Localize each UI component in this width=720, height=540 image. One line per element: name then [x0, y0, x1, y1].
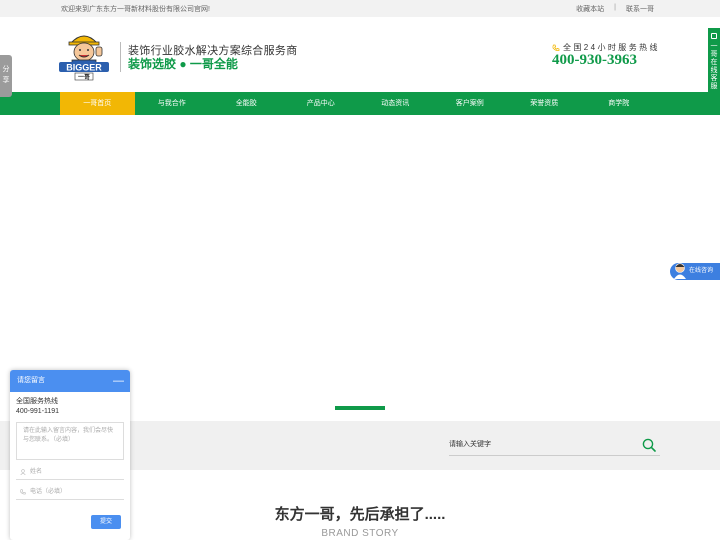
user-icon: [20, 468, 26, 475]
nav-item-honors[interactable]: 荣誉资质: [507, 92, 582, 115]
online-consult-label: 在线咨询: [689, 268, 714, 274]
header-divider: [120, 42, 121, 72]
message-hotline-label: 全国服务热线: [16, 398, 58, 405]
nav-item-academy[interactable]: 商学院: [582, 92, 657, 115]
slogan-line-2: 装饰选胶 ● 一哥全能: [128, 57, 238, 71]
nav-item-cooperate[interactable]: 与我合作: [135, 92, 210, 115]
nav-item-products[interactable]: 产品中心: [284, 92, 359, 115]
page: 欢迎来到广东东方一哥新材料股份有限公司官网! 收藏本站 | 联系一哥 BIGGE…: [0, 0, 720, 540]
minimize-button[interactable]: —: [113, 370, 124, 392]
message-hotline-number: 400-991-1191: [16, 408, 60, 415]
phone-field[interactable]: 电话（必填）: [16, 484, 124, 500]
name-placeholder: 姓名: [30, 468, 43, 475]
message-widget: 请您留言 — 全国服务热线 400-991-1191 请在此输入留言内容，我们会…: [10, 370, 130, 540]
online-consult-button[interactable]: 在线咨询: [670, 263, 720, 280]
agent-avatar-icon: [674, 263, 686, 279]
search-icon[interactable]: [642, 438, 656, 452]
submit-button[interactable]: 提交: [91, 515, 121, 529]
banner-pagination-indicator[interactable]: [335, 406, 385, 410]
nav-item-all-purpose-glue[interactable]: 全能胶: [209, 92, 284, 115]
mascot-logo-icon: BIGGER 一哥: [59, 35, 109, 81]
phone-icon: [552, 44, 560, 51]
welcome-text: 欢迎来到广东东方一哥新材料股份有限公司官网!: [61, 6, 210, 13]
svg-text:BIGGER: BIGGER: [66, 63, 102, 73]
message-widget-header: 请您留言 —: [10, 370, 130, 392]
nav-item-cases[interactable]: 客户案例: [433, 92, 508, 115]
logo[interactable]: BIGGER 一哥: [58, 27, 110, 81]
search-input[interactable]: 请输入关键字: [449, 436, 660, 456]
top-links-separator: |: [614, 4, 616, 11]
contact-link[interactable]: 联系一哥: [626, 4, 654, 14]
online-service-label: 一哥在线客服: [710, 43, 718, 90]
svg-text:一哥: 一哥: [78, 73, 90, 81]
top-links: 收藏本站 | 联系一哥: [576, 4, 654, 14]
online-service-tab[interactable]: 一哥在线客服: [708, 28, 720, 92]
phone-icon: [20, 488, 26, 494]
message-textarea[interactable]: 请在此输入留言内容，我们会尽快与您联系。（必填）: [16, 422, 124, 460]
name-field[interactable]: 姓名: [16, 464, 124, 480]
nav-item-news[interactable]: 动态资讯: [358, 92, 433, 115]
nav-item-home[interactable]: 一哥首页: [60, 92, 135, 115]
top-bar: 欢迎来到广东东方一哥新材料股份有限公司官网! 收藏本站 | 联系一哥: [0, 0, 720, 17]
phone-placeholder: 电话（必填）: [30, 488, 67, 495]
message-hotline: 全国服务热线 400-991-1191: [10, 392, 130, 417]
chat-icon: [711, 33, 717, 39]
bookmark-link[interactable]: 收藏本站: [576, 4, 604, 14]
hotline-number: 400-930-3963: [552, 52, 637, 68]
main-nav: 一哥首页 与我合作 全能胶 产品中心 动态资讯 客户案例 荣誉资质 商学院: [0, 92, 720, 115]
message-widget-title: 请您留言: [17, 377, 45, 384]
share-tab[interactable]: 分享: [0, 55, 12, 97]
